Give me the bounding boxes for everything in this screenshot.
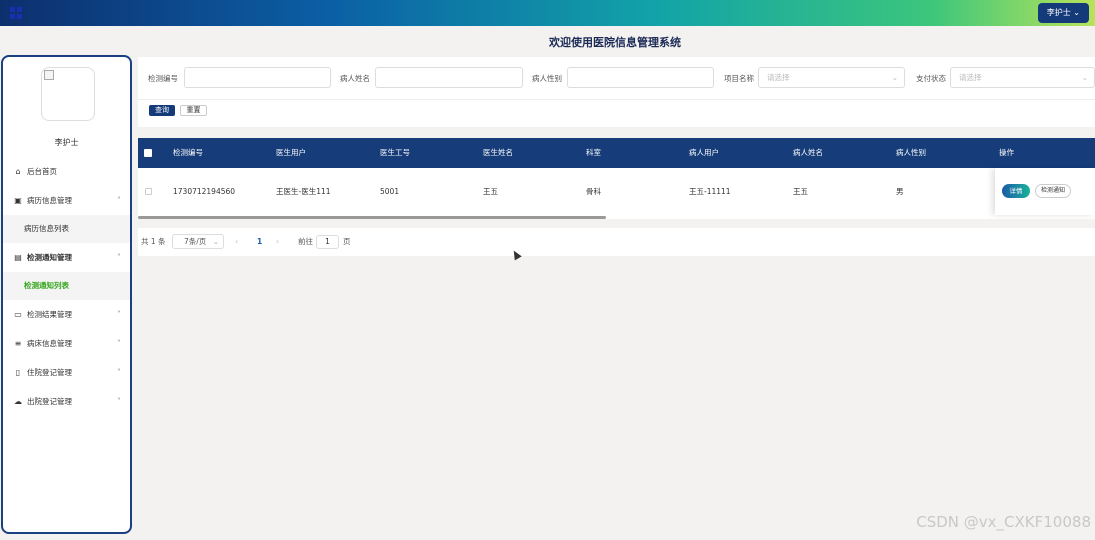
app-grid-icon[interactable] bbox=[10, 7, 22, 19]
table-cell: 男 bbox=[896, 187, 904, 196]
table-cell: 1730712194560 bbox=[173, 187, 236, 196]
column-header: 科室 bbox=[586, 148, 601, 157]
sidebar-item-test-notices[interactable]: ▤ 检测通知管理 ˄ bbox=[3, 243, 130, 272]
sidebar-item-beds[interactable]: ≡ 病床信息管理 ˅ bbox=[3, 329, 130, 358]
chevron-down-icon: ⌄ bbox=[212, 237, 219, 246]
item-select[interactable]: 请选择 ⌄ bbox=[758, 67, 905, 88]
sidebar-item-medical-records[interactable]: ▣ 病历信息管理 ˄ bbox=[3, 186, 130, 215]
page-size-select[interactable]: 7条/页 ⌄ bbox=[172, 234, 224, 249]
reset-button[interactable]: 重置 bbox=[180, 105, 207, 116]
sidebar: 李护士 ⌂ 后台首页 ▣ 病历信息管理 ˄ 病历信息列表 ▤ 检测通知管理 ˄ … bbox=[1, 55, 132, 534]
sidebar-item-label: 检测结果管理 bbox=[27, 310, 72, 319]
operations-cell: 详情 检测通知 bbox=[995, 168, 1095, 215]
watermark: CSDN @vx_CXKF10088 bbox=[916, 513, 1091, 531]
column-header: 医生工号 bbox=[380, 148, 410, 157]
sidebar-item-home[interactable]: ⌂ 后台首页 bbox=[3, 157, 130, 186]
select-all-checkbox[interactable] bbox=[144, 149, 152, 157]
patient-name-input[interactable] bbox=[375, 67, 523, 88]
sidebar-item-label: 后台首页 bbox=[27, 167, 57, 176]
filter-divider bbox=[138, 99, 1095, 100]
test-notice-button[interactable]: 检测通知 bbox=[1035, 184, 1071, 198]
sidebar-item-label: 住院登记管理 bbox=[27, 368, 72, 377]
table-cell: 骨科 bbox=[586, 187, 601, 196]
sidebar-menu: ⌂ 后台首页 ▣ 病历信息管理 ˄ 病历信息列表 ▤ 检测通知管理 ˄ 检测通知… bbox=[3, 157, 130, 416]
pay-select-placeholder: 请选择 bbox=[959, 73, 982, 82]
sidebar-item-discharge[interactable]: ☁ 出院登记管理 ˅ bbox=[3, 387, 130, 416]
chevron-down-icon: ˅ bbox=[117, 339, 121, 348]
table-cell: 王五 bbox=[793, 187, 808, 196]
code-input[interactable] bbox=[184, 67, 331, 88]
sidebar-item-test-results[interactable]: ▭ 检测结果管理 ˅ bbox=[3, 300, 130, 329]
column-header: 病人用户 bbox=[689, 148, 719, 157]
sidebar-item-label: 病历信息管理 bbox=[27, 196, 72, 205]
column-header: 医生姓名 bbox=[483, 148, 513, 157]
filter-label-patient-name: 病人姓名 bbox=[340, 74, 370, 83]
search-button[interactable]: 查询 bbox=[149, 105, 175, 116]
sidebar-item-label: 出院登记管理 bbox=[27, 397, 72, 406]
table-cell: 5001 bbox=[380, 187, 400, 196]
list-icon: ≡ bbox=[14, 339, 22, 348]
chevron-down-icon: ˅ bbox=[117, 368, 121, 377]
table-row: 1730712194560 王医生-医生111 5001 王五 骨科 王五-11… bbox=[138, 168, 1095, 215]
top-bar: 李护士 ⌄ bbox=[0, 0, 1095, 26]
gender-input[interactable] bbox=[567, 67, 714, 88]
goto-label: 前往 bbox=[298, 237, 313, 246]
column-header: 病人姓名 bbox=[793, 148, 823, 157]
filter-panel: 检测编号 病人姓名 病人性别 项目名称 请选择 ⌄ 支付状态 请选择 ⌄ 查询 … bbox=[138, 57, 1095, 127]
page-title: 欢迎使用医院信息管理系统 bbox=[549, 36, 681, 49]
current-page[interactable]: 1 bbox=[257, 228, 262, 256]
chevron-up-icon: ˄ bbox=[117, 253, 121, 262]
filter-label-item: 项目名称 bbox=[724, 74, 754, 83]
page-size-value: 7条/页 bbox=[184, 237, 207, 246]
sidebar-user-name: 李护士 bbox=[54, 138, 79, 147]
column-header: 操作 bbox=[999, 148, 1014, 157]
chevron-down-icon: ⌄ bbox=[1081, 73, 1088, 82]
column-header: 检测编号 bbox=[173, 148, 203, 157]
user-menu-button[interactable]: 李护士 ⌄ bbox=[1037, 3, 1089, 23]
filter-label-code: 检测编号 bbox=[148, 74, 178, 83]
table-cell: 王医生-医生111 bbox=[276, 187, 331, 196]
archive-icon: ▭ bbox=[14, 310, 22, 319]
filter-label-gender: 病人性别 bbox=[532, 74, 562, 83]
filter-label-pay: 支付状态 bbox=[916, 74, 946, 83]
table-cell: 王五-11111 bbox=[689, 187, 731, 196]
chevron-up-icon: ˄ bbox=[117, 196, 121, 205]
clipboard-icon: ▤ bbox=[14, 253, 22, 262]
detail-button[interactable]: 详情 bbox=[1002, 184, 1030, 198]
next-page-button[interactable]: › bbox=[276, 228, 279, 256]
avatar bbox=[41, 67, 95, 121]
item-select-placeholder: 请选择 bbox=[767, 73, 790, 82]
sidebar-item-admission[interactable]: ▯ 住院登记管理 ˅ bbox=[3, 358, 130, 387]
sidebar-subitem-medical-records-list[interactable]: 病历信息列表 bbox=[3, 215, 130, 243]
column-header: 病人性别 bbox=[896, 148, 926, 157]
data-table: 检测编号 医生用户 医生工号 医生姓名 科室 病人用户 病人姓名 病人性别 操作… bbox=[138, 138, 1095, 219]
pay-status-select[interactable]: 请选择 ⌄ bbox=[950, 67, 1095, 88]
inbox-icon: ▣ bbox=[14, 196, 22, 205]
table-header: 检测编号 医生用户 医生工号 医生姓名 科室 病人用户 病人姓名 病人性别 操作 bbox=[138, 138, 1095, 168]
column-header: 医生用户 bbox=[276, 148, 306, 157]
document-icon: ▯ bbox=[15, 368, 21, 377]
table-cell: 王五 bbox=[483, 187, 498, 196]
sidebar-item-label: 检测通知管理 bbox=[27, 253, 72, 262]
goto-page-input[interactable]: 1 bbox=[316, 235, 339, 249]
total-count: 共 1 条 bbox=[141, 237, 166, 246]
horizontal-scrollbar[interactable] bbox=[138, 216, 606, 219]
sidebar-subitem-test-notices-list[interactable]: 检测通知列表 bbox=[3, 272, 130, 300]
page-suffix: 页 bbox=[343, 237, 351, 246]
row-checkbox[interactable] bbox=[145, 188, 152, 195]
cloud-upload-icon: ☁ bbox=[14, 397, 22, 406]
prev-page-button[interactable]: ‹ bbox=[235, 228, 238, 256]
sidebar-item-label: 病床信息管理 bbox=[27, 339, 72, 348]
chevron-down-icon: ⌄ bbox=[891, 73, 898, 82]
pagination: 共 1 条 7条/页 ⌄ ‹ 1 › 前往 1 页 bbox=[138, 228, 1095, 256]
home-icon: ⌂ bbox=[15, 167, 21, 176]
chevron-down-icon: ˅ bbox=[117, 397, 121, 406]
chevron-down-icon: ˅ bbox=[117, 310, 121, 319]
